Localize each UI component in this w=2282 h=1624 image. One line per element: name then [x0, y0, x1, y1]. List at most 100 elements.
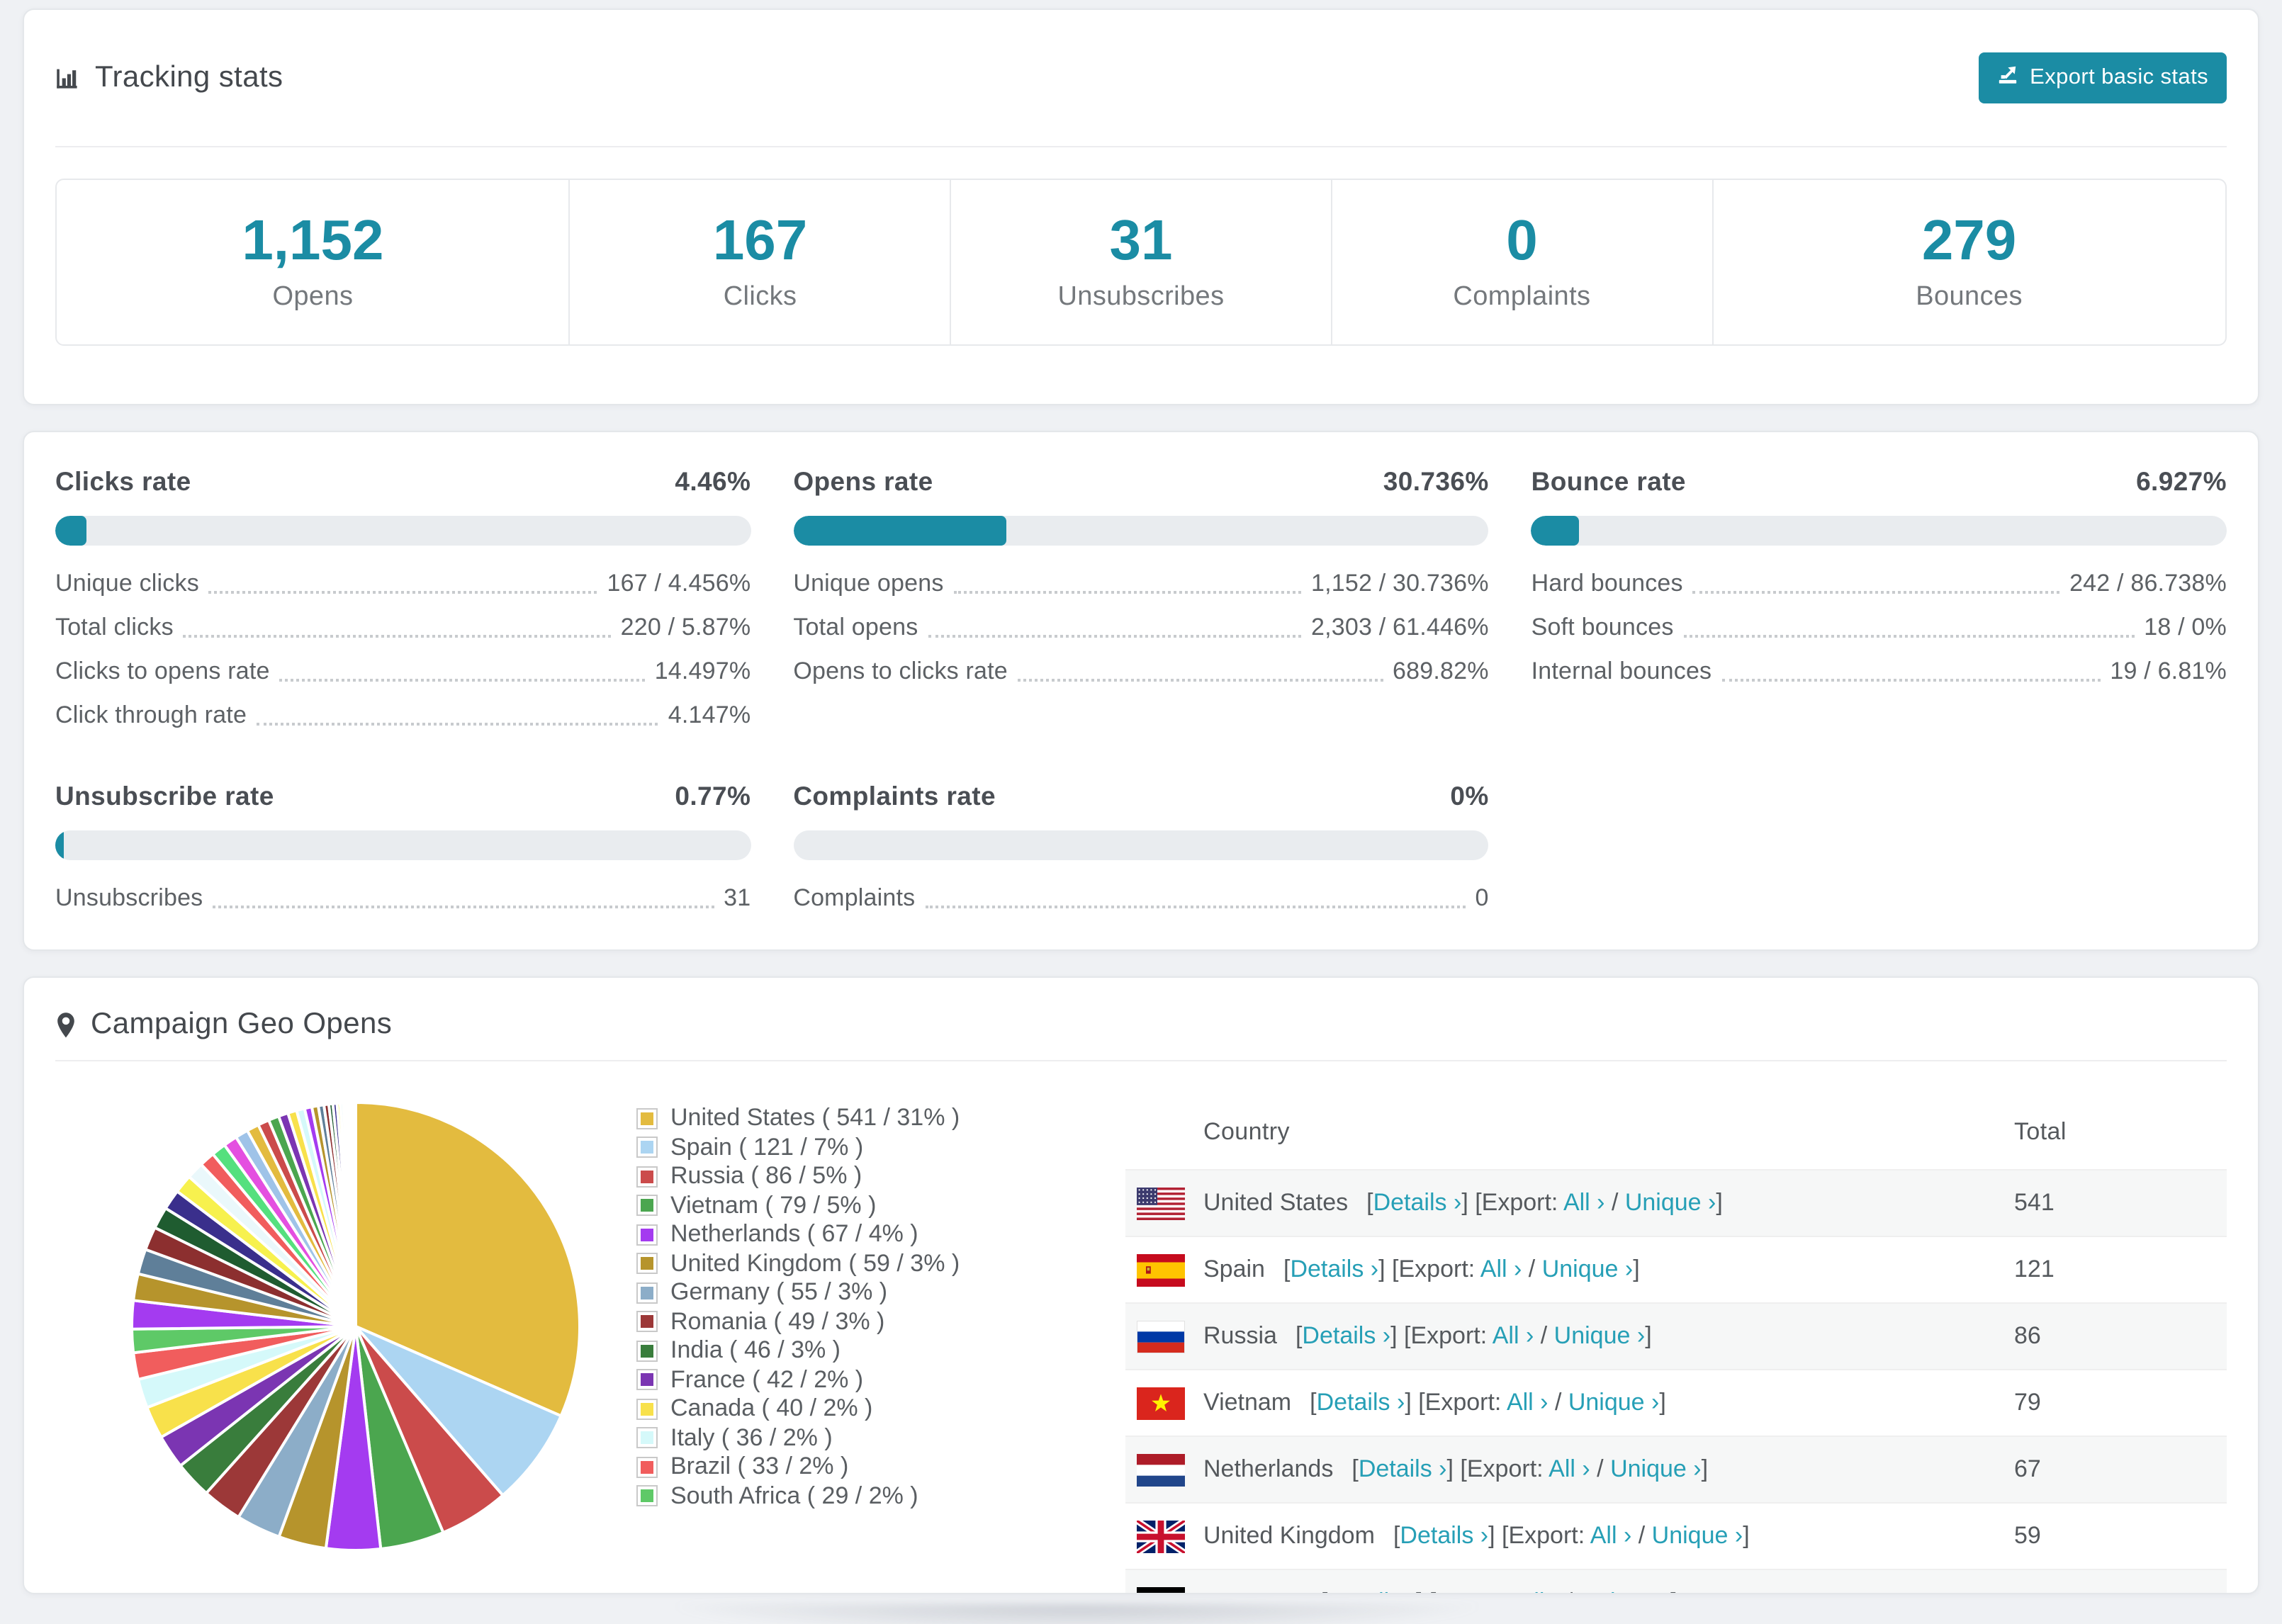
- stat-label: Opens: [272, 281, 354, 311]
- export-all-link[interactable]: All ›: [1563, 1189, 1605, 1216]
- legend-label: Russia ( 86 / 5% ): [670, 1162, 862, 1190]
- rate-detail-row: Unsubscribes 31: [55, 884, 751, 913]
- country-cell-td: Netherlands [Details ›] [Export: All › /…: [1125, 1436, 2014, 1503]
- export-unique-link[interactable]: Unique ›: [1568, 1389, 1660, 1416]
- export-all-link[interactable]: All ›: [1480, 1256, 1522, 1282]
- legend-item[interactable]: Spain ( 121 / 7% ): [636, 1133, 1125, 1162]
- export-all-link[interactable]: All ›: [1548, 1455, 1590, 1482]
- rate-title: Bounce rate: [1531, 466, 1686, 496]
- legend-item[interactable]: United States ( 541 / 31% ): [636, 1104, 1125, 1133]
- rate-value: 30.736%: [1383, 466, 1489, 496]
- export-basic-stats-button[interactable]: Export basic stats: [1979, 52, 2227, 103]
- geo-table-row: Russia [Details ›] [Export: All › / Uniq…: [1125, 1302, 2227, 1370]
- legend-item[interactable]: Romania ( 49 / 3% ): [636, 1307, 1125, 1336]
- details-link[interactable]: Details ›: [1373, 1189, 1462, 1216]
- page-title: Tracking stats: [95, 61, 283, 94]
- country-links: [Details ›] [Export: All › / Unique ›]: [1321, 1589, 1677, 1594]
- country-links: [Details ›] [Export: All › / Unique ›]: [1366, 1189, 1723, 1216]
- rate-section-unsubscribe-rate: Unsubscribe rate 0.77% Unsubscribes 31: [55, 781, 751, 913]
- stat-value: 167: [712, 209, 808, 271]
- rate-detail-value: 18 / 0%: [2144, 614, 2227, 641]
- geo-opens-header: Campaign Geo Opens: [55, 978, 2227, 1061]
- geo-table-row: United Kingdom [Details ›] [Export: All …: [1125, 1502, 2227, 1569]
- rate-title: Complaints rate: [793, 781, 996, 811]
- rate-detail-row: Opens to clicks rate 689.82%: [793, 658, 1488, 686]
- dotted-leader: [928, 614, 1301, 638]
- legend-item[interactable]: Vietnam ( 79 / 5% ): [636, 1191, 1125, 1220]
- bar-chart-icon: [55, 65, 81, 91]
- export-all-link[interactable]: All ›: [1518, 1589, 1560, 1594]
- details-link[interactable]: Details ›: [1327, 1589, 1416, 1594]
- details-link[interactable]: Details ›: [1400, 1522, 1488, 1549]
- export-unique-link[interactable]: Unique ›: [1652, 1522, 1743, 1549]
- export-all-link[interactable]: All ›: [1507, 1389, 1548, 1416]
- geo-table-row: United States [Details ›] [Export: All ›…: [1125, 1169, 2227, 1236]
- rate-detail-label: Click through rate: [55, 701, 247, 728]
- tracking-stats-title: Tracking stats: [55, 61, 283, 95]
- map-pin-icon: [55, 1011, 77, 1038]
- export-all-link[interactable]: All ›: [1493, 1322, 1534, 1349]
- rate-detail-label: Complaints: [793, 884, 916, 911]
- legend-swatch: [636, 1137, 658, 1158]
- legend-item[interactable]: Canada ( 40 / 2% ): [636, 1394, 1125, 1423]
- legend-swatch: [636, 1282, 658, 1304]
- total-value: 59: [2014, 1502, 2227, 1569]
- legend-item[interactable]: Russia ( 86 / 5% ): [636, 1162, 1125, 1191]
- legend-item[interactable]: South Africa ( 29 / 2% ): [636, 1482, 1125, 1511]
- flag-nl-icon: [1137, 1453, 1185, 1486]
- rate-detail-label: Total opens: [793, 614, 918, 641]
- rate-detail-label: Unsubscribes: [55, 884, 203, 911]
- rate-head: Opens rate 30.736%: [793, 466, 1488, 497]
- country-links: [Details ›] [Export: All › / Unique ›]: [1283, 1256, 1640, 1282]
- rate-section-bounce-rate: Bounce rate 6.927% Hard bounces 242 / 86.73…: [1531, 466, 2227, 730]
- dotted-leader: [1017, 658, 1383, 682]
- export-unique-link[interactable]: Unique ›: [1610, 1455, 1702, 1482]
- details-link[interactable]: Details ›: [1317, 1389, 1405, 1416]
- country-name: United Kingdom: [1203, 1522, 1375, 1549]
- details-link[interactable]: Details ›: [1290, 1256, 1378, 1282]
- flag-de-icon: [1137, 1586, 1185, 1593]
- rate-head: Clicks rate 4.46%: [55, 466, 751, 497]
- rate-detail-label: Unique opens: [793, 570, 944, 597]
- geo-opens-title: Campaign Geo Opens: [55, 1008, 392, 1042]
- details-link[interactable]: Details ›: [1359, 1455, 1447, 1482]
- rate-detail-row: Click through rate 4.147%: [55, 701, 751, 730]
- rate-detail-value: 689.82%: [1393, 658, 1489, 684]
- rate-section-clicks-rate: Clicks rate 4.46% Unique clicks 167 / 4.456…: [55, 466, 751, 730]
- country-cell-td: Germany [Details ›] [Export: All › / Uni…: [1125, 1569, 2014, 1594]
- rate-detail-row: Unique clicks 167 / 4.456%: [55, 570, 751, 598]
- rate-detail-label: Total clicks: [55, 614, 174, 641]
- geo-pie-chart[interactable]: [122, 1093, 590, 1560]
- export-all-link[interactable]: All ›: [1590, 1522, 1632, 1549]
- export-unique-link[interactable]: Unique ›: [1542, 1256, 1634, 1282]
- rate-section-opens-rate: Opens rate 30.736% Unique opens 1,152 / 30.…: [793, 466, 1489, 730]
- geo-table-row-partial: Germany [Details ›] [Export: All › / Uni…: [1125, 1569, 2227, 1594]
- rate-detail-label: Internal bounces: [1531, 658, 1712, 684]
- legend-item[interactable]: Netherlands ( 67 / 4% ): [636, 1220, 1125, 1249]
- legend-item[interactable]: United Kingdom ( 59 / 3% ): [636, 1249, 1125, 1278]
- legend-item[interactable]: India ( 46 / 3% ): [636, 1336, 1125, 1365]
- legend-label: Canada ( 40 / 2% ): [670, 1394, 873, 1422]
- progress-bar: [55, 830, 751, 860]
- rate-detail-row: Clicks to opens rate 14.497%: [55, 658, 751, 686]
- export-unique-link[interactable]: Unique ›: [1580, 1589, 1671, 1594]
- export-unique-link[interactable]: Unique ›: [1554, 1322, 1646, 1349]
- rate-detail-row: Hard bounces 242 / 86.738%: [1531, 570, 2227, 598]
- pie-slice-other[interactable]: [353, 1100, 357, 1328]
- country-name: Germany: [1203, 1589, 1303, 1594]
- export-unique-link[interactable]: Unique ›: [1625, 1189, 1716, 1216]
- stat-box-complaints: 0 Complaints: [1332, 179, 1714, 346]
- legend-item[interactable]: Germany ( 55 / 3% ): [636, 1278, 1125, 1307]
- legend-item[interactable]: Brazil ( 33 / 2% ): [636, 1453, 1125, 1482]
- geo-table-row: Vietnam [Details ›] [Export: All › / Uni…: [1125, 1369, 2227, 1436]
- details-link[interactable]: Details ›: [1302, 1322, 1390, 1349]
- geo-title: Campaign Geo Opens: [91, 1008, 393, 1040]
- country-cell: Germany [Details ›] [Export: All › / Uni…: [1125, 1586, 2014, 1594]
- legend-item[interactable]: Italy ( 36 / 2% ): [636, 1423, 1125, 1453]
- country-links: [Details ›] [Export: All › / Unique ›]: [1310, 1389, 1666, 1416]
- stat-label: Bounces: [1916, 281, 2023, 311]
- rate-detail-row: Unique opens 1,152 / 30.736%: [793, 570, 1488, 598]
- rate-detail-value: 31: [724, 884, 751, 911]
- legend-item[interactable]: France ( 42 / 2% ): [636, 1365, 1125, 1394]
- rate-head: Complaints rate 0%: [793, 781, 1488, 812]
